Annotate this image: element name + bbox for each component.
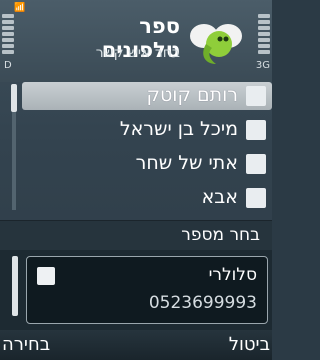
contact-name: אתי של שחר [135,152,238,174]
battery-label: 3G [255,60,270,71]
network-icon: 📶 [14,3,26,13]
checkbox-icon[interactable] [246,120,266,140]
popup-scrollbar[interactable] [12,256,18,316]
checkbox-icon[interactable] [246,86,266,106]
list-item[interactable]: רותם קוטק [22,82,272,110]
popup-header: בחר מספר [0,220,272,251]
page-subtitle: בחר איש קשר [95,45,180,61]
cancel-softkey[interactable]: ביטול [229,334,270,355]
screen: 📶 D 3G ספר טלפונים בחר איש קשר רותם קוטק… [0,0,272,360]
select-softkey[interactable]: בחירה [2,334,50,355]
list-item[interactable]: מיכל בן ישראל [22,116,272,144]
signal-label: D [4,60,12,71]
popup-title: בחר מספר [181,225,260,245]
checkbox-icon[interactable] [246,188,266,208]
phone-number: 0523699993 [148,293,257,313]
softkey-bar: בחירה ביטול [0,330,272,360]
number-option[interactable]: סלולרי 0523699993 [26,256,268,324]
list-item[interactable]: אבא [22,184,272,212]
list-item[interactable]: אתי של שחר [22,150,272,178]
battery-icon [258,14,270,60]
phonebook-logo-icon [190,24,242,64]
contact-name: אבא [201,186,238,208]
contact-name: מיכל בן ישראל [119,118,238,140]
contact-list: רותם קוטק מיכל בן ישראל אתי של שחר אבא [0,82,272,212]
number-type-label: סלולרי [208,265,257,285]
signal-strength-icon [2,14,14,60]
checkbox-icon[interactable] [37,267,55,285]
contact-name: רותם קוטק [146,84,239,106]
checkbox-icon[interactable] [246,154,266,174]
header: 📶 D 3G ספר טלפונים בחר איש קשר [0,0,272,82]
